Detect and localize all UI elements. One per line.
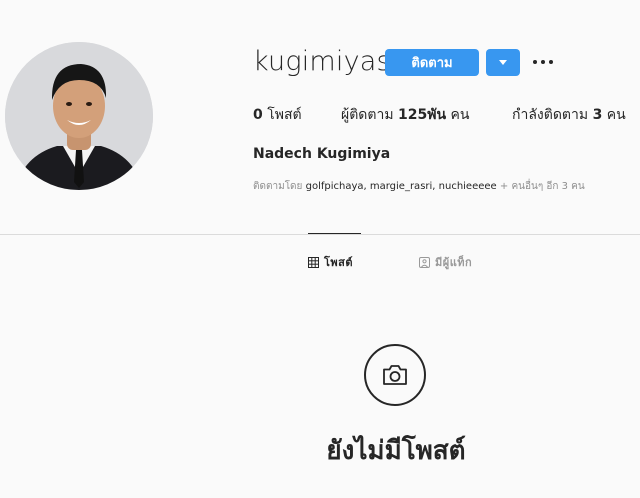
active-tab-indicator bbox=[308, 233, 361, 234]
section-divider bbox=[0, 234, 640, 235]
profile-avatar[interactable] bbox=[5, 42, 153, 190]
chevron-down-icon bbox=[499, 60, 507, 65]
tab-tagged-label: มีผู้แท็ก bbox=[435, 256, 473, 269]
posts-stat: 0 โพสต์ bbox=[253, 107, 302, 123]
tab-posts[interactable]: โพสต์ bbox=[308, 254, 353, 270]
following-stat[interactable]: กำลังติดตาม 3 คน bbox=[512, 104, 626, 126]
followed-by-text[interactable]: ติดตามโดย golfpichaya, margie_rasri, nuc… bbox=[253, 179, 585, 194]
ellipsis-icon bbox=[533, 60, 537, 64]
tag-icon bbox=[419, 256, 430, 268]
tab-posts-label: โพสต์ bbox=[324, 256, 354, 269]
camera-icon bbox=[383, 365, 407, 385]
suggestions-dropdown-button[interactable] bbox=[486, 49, 520, 76]
profile-full-name: Nadech Kugimiya bbox=[253, 146, 391, 162]
more-options-button[interactable] bbox=[533, 56, 553, 68]
profile-username: kugimiyas bbox=[253, 46, 391, 77]
empty-state-camera bbox=[364, 344, 426, 406]
follow-button[interactable]: ติดตาม bbox=[385, 49, 479, 76]
grid-icon bbox=[308, 256, 319, 268]
tab-tagged[interactable]: มีผู้แท็ก bbox=[419, 254, 472, 270]
empty-state-title: ยังไม่มีโพสต์ bbox=[326, 436, 466, 466]
followers-stat[interactable]: ผู้ติดตาม 125พัน คน bbox=[341, 104, 469, 126]
